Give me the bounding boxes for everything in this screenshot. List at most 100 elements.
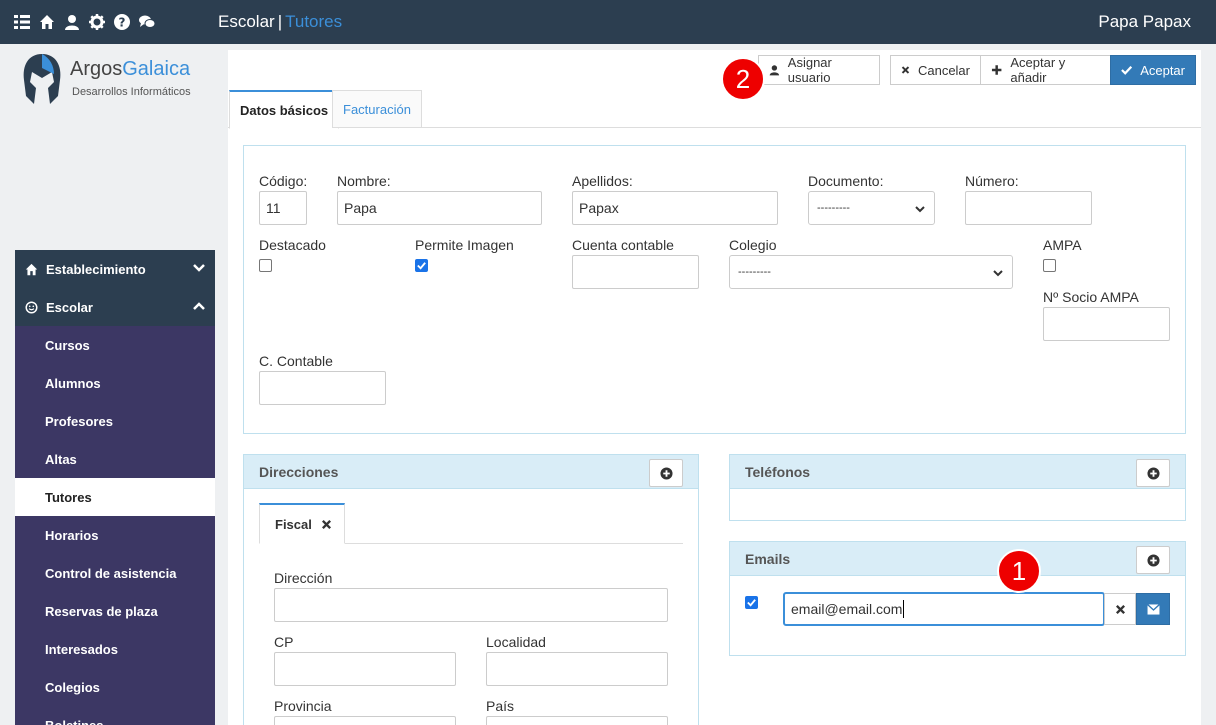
close-icon[interactable]	[321, 519, 332, 530]
send-email-button[interactable]	[1136, 593, 1170, 625]
top-bar: ? Escolar | Tutores Papa Papax	[0, 0, 1216, 44]
permite-imagen-label: Permite Imagen	[415, 237, 514, 253]
sidebar-item-profesores[interactable]: Profesores	[15, 402, 215, 440]
check-icon	[1121, 65, 1133, 75]
chevron-up-icon	[193, 302, 205, 310]
home-icon[interactable]	[39, 14, 55, 30]
ampa-label: AMPA	[1043, 237, 1082, 253]
direccion-label: Dirección	[274, 570, 333, 586]
direcciones-panel: Direcciones Fiscal Dirección CP Localida…	[243, 454, 699, 725]
close-icon	[901, 66, 910, 74]
direcciones-title: Direcciones	[259, 463, 339, 480]
cuenta-contable-field[interactable]	[572, 255, 699, 289]
destacado-checkbox[interactable]	[259, 259, 272, 272]
telefonos-header: Teléfonos	[730, 455, 1185, 489]
c-contable-field[interactable]	[259, 371, 386, 405]
tab-facturacion[interactable]: Facturación	[332, 90, 422, 128]
chevron-down-icon	[915, 206, 925, 213]
codigo-label: Código:	[259, 173, 308, 189]
direccion-field[interactable]	[274, 588, 668, 622]
user-icon[interactable]	[64, 14, 80, 30]
sidebar-item-reservas-plaza[interactable]: Reservas de plaza	[15, 592, 215, 630]
plus-icon	[991, 65, 1002, 75]
home-icon	[25, 263, 38, 275]
emails-title: Emails	[745, 550, 791, 567]
add-email-button[interactable]	[1136, 546, 1170, 574]
tab-fiscal[interactable]: Fiscal	[259, 503, 345, 544]
apellidos-field[interactable]: Papax	[572, 191, 778, 225]
check-icon	[747, 599, 756, 607]
pais-field[interactable]	[486, 716, 668, 725]
cancel-label: Cancelar	[917, 62, 970, 78]
localidad-label: Localidad	[486, 634, 546, 650]
chevron-down-icon	[193, 264, 205, 272]
datos-basicos-panel: Código: 11 Nombre: Papa Apellidos: Papax…	[243, 145, 1186, 434]
email-value: email@email.com	[791, 601, 903, 617]
colegio-label: Colegio	[729, 237, 777, 253]
accept-and-add-label: Aceptar y añadir	[1010, 55, 1066, 85]
annotation-badge-1: 1	[997, 549, 1041, 593]
plus-circle-icon	[1146, 466, 1160, 480]
sidebar-menu: Establecimiento Escolar Cursos Alumnos P…	[15, 250, 215, 725]
permite-imagen-checkbox[interactable]	[415, 259, 428, 272]
apellidos-label: Apellidos:	[572, 173, 633, 189]
c-contable-label: C. Contable	[259, 353, 333, 369]
sidebar-item-tutores[interactable]: Tutores	[15, 478, 215, 516]
chevron-down-icon	[993, 270, 1003, 277]
ampa-checkbox[interactable]	[1043, 259, 1056, 272]
list-icon[interactable]	[14, 14, 30, 30]
assign-user-label: Asignar usuario	[787, 55, 832, 85]
close-icon	[1115, 604, 1125, 614]
cancel-button[interactable]: Cancelar	[890, 55, 981, 85]
add-telefono-button[interactable]	[1136, 459, 1170, 487]
remove-email-button[interactable]	[1104, 593, 1136, 625]
email-field[interactable]: email@email.com	[783, 592, 1105, 626]
sidebar-item-colegios[interactable]: Colegios	[15, 668, 215, 706]
user-name[interactable]: Papa Papax	[1098, 12, 1191, 32]
envelope-icon	[1146, 603, 1160, 615]
colegio-select[interactable]: ---------	[729, 255, 1013, 289]
form-tabs: Datos básicos Facturación	[228, 90, 1201, 129]
pais-label: País	[486, 698, 515, 714]
accept-button[interactable]: Aceptar	[1110, 55, 1196, 85]
sidebar-item-cursos[interactable]: Cursos	[15, 326, 215, 364]
app-title: Escolar | Tutores	[218, 12, 342, 32]
sidebar-section-label: Escolar	[46, 299, 93, 315]
tab-datos-basicos[interactable]: Datos básicos	[229, 90, 340, 129]
localidad-field[interactable]	[486, 652, 668, 686]
numero-field[interactable]	[965, 191, 1092, 225]
chat-icon[interactable]	[139, 14, 155, 30]
sidebar-item-boletines[interactable]: Boletines	[15, 706, 215, 725]
nombre-field[interactable]: Papa	[337, 191, 542, 225]
sidebar-item-horarios[interactable]: Horarios	[15, 516, 215, 554]
accept-and-add-button[interactable]: Aceptar y añadir	[980, 55, 1111, 85]
documento-label: Documento:	[808, 173, 884, 189]
assign-user-button[interactable]: Asignar usuario	[758, 55, 880, 85]
sidebar-item-alumnos[interactable]: Alumnos	[15, 364, 215, 402]
breadcrumb-section[interactable]: Tutores	[285, 12, 342, 31]
sidebar-section-escolar[interactable]: Escolar	[15, 288, 215, 326]
gear-icon[interactable]	[89, 14, 105, 30]
logo-brand: ArgosGalaica	[70, 58, 191, 80]
add-direccion-button[interactable]	[649, 459, 683, 487]
destacado-label: Destacado	[259, 237, 326, 253]
plus-circle-icon	[659, 466, 673, 480]
email-primary-checkbox[interactable]	[745, 596, 758, 609]
colegio-selected: ---------	[738, 266, 771, 278]
socio-ampa-field[interactable]	[1043, 307, 1170, 341]
help-icon[interactable]: ?	[114, 14, 130, 30]
sidebar-item-interesados[interactable]: Interesados	[15, 630, 215, 668]
sidebar-item-control-asistencia[interactable]: Control de asistencia	[15, 554, 215, 592]
logo: ArgosGalaica Desarrollos Informáticos	[20, 52, 210, 112]
cp-field[interactable]	[274, 652, 456, 686]
sidebar-section-establecimiento[interactable]: Establecimiento	[15, 250, 215, 288]
documento-selected: ---------	[817, 202, 850, 214]
provincia-label: Provincia	[274, 698, 332, 714]
documento-select[interactable]: ---------	[808, 191, 935, 225]
left-column: ArgosGalaica Desarrollos Informáticos Es…	[0, 44, 228, 725]
sidebar-item-altas[interactable]: Altas	[15, 440, 215, 478]
app-name: Escolar	[218, 12, 275, 31]
codigo-field[interactable]: 11	[259, 191, 307, 225]
telefonos-title: Teléfonos	[745, 463, 811, 480]
provincia-field[interactable]	[274, 716, 456, 725]
